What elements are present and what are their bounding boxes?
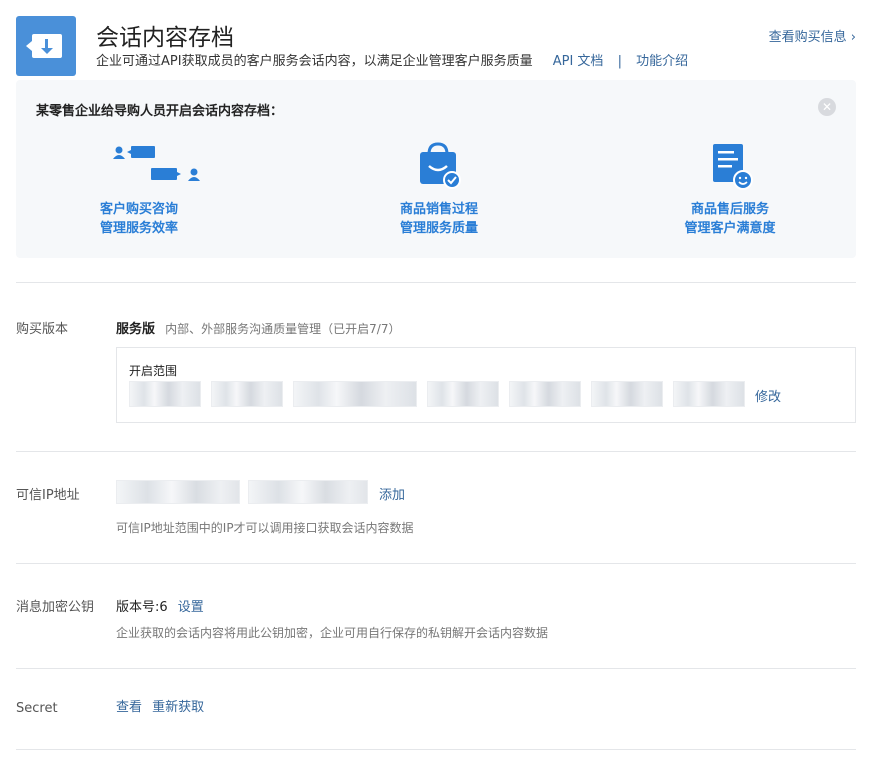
- edit-scope-link[interactable]: 修改: [755, 386, 781, 405]
- feature-line-1: 商品售后服务: [690, 202, 769, 217]
- feature-consulting: 客户购买咨询 管理服务效率: [49, 142, 229, 238]
- scope-title: 开启范围: [129, 364, 178, 378]
- trusted-ip-hint: 可信IP地址范围中的IP才可以调用接口获取会话内容数据: [116, 521, 414, 535]
- shopping-bag-icon: [349, 142, 529, 190]
- feature-sales: 商品销售过程 管理服务质量: [349, 142, 529, 238]
- view-secret-link[interactable]: 查看: [116, 700, 142, 715]
- encryption-label: 消息加密公钥: [16, 600, 95, 615]
- scope-member-chip: [673, 381, 745, 407]
- section-divider: [16, 668, 856, 669]
- api-docs-link[interactable]: API 文档: [553, 54, 604, 69]
- secret-label: Secret: [16, 701, 58, 716]
- encryption-hint: 企业获取的会话内容将用此公钥加密，企业可用自行保存的私钥解开会话内容数据: [116, 626, 549, 640]
- scope-box: 开启范围 修改: [116, 347, 856, 423]
- section-divider: [16, 282, 856, 283]
- chat-users-icon: [49, 142, 229, 190]
- section-divider: [16, 563, 856, 564]
- purchase-plan: 服务版 内部、外部服务沟通质量管理（已开启7/7）: [116, 318, 400, 337]
- buy-info-link[interactable]: 查看购买信息 ›: [769, 26, 856, 45]
- close-icon[interactable]: ✕: [818, 98, 836, 116]
- version-text: 版本号:6: [116, 600, 168, 615]
- page-header: 会话内容存档 企业可通过API获取成员的客户服务会话内容，以满足企业管理客户服务…: [16, 16, 856, 78]
- promo-card: 某零售企业给导购人员开启会话内容存档： ✕ 客户购买咨询 管理服务效率 商品销售…: [16, 80, 856, 258]
- purchase-label: 购买版本: [16, 322, 69, 337]
- scope-member-chip: [129, 381, 201, 407]
- document-smile-icon: [640, 142, 820, 190]
- section-divider: [16, 749, 856, 750]
- page-description: 企业可通过API获取成员的客户服务会话内容，以满足企业管理客户服务质量 API …: [96, 50, 688, 69]
- refetch-secret-link[interactable]: 重新获取: [152, 700, 204, 715]
- feature-line-1: 商品销售过程: [399, 202, 478, 217]
- feature-line-1: 客户购买咨询: [99, 202, 178, 217]
- archive-app-icon: [16, 16, 76, 76]
- add-ip-link[interactable]: 添加: [379, 484, 405, 503]
- link-separator: |: [617, 54, 622, 69]
- trusted-ip-label: 可信IP地址: [16, 488, 80, 503]
- settings-link[interactable]: 设置: [178, 600, 204, 615]
- feature-line-2: 管理客户满意度: [684, 221, 776, 236]
- plan-name: 服务版: [116, 322, 156, 337]
- feature-line-2: 管理服务效率: [99, 221, 178, 236]
- feature-line-2: 管理服务质量: [399, 221, 478, 236]
- plan-note: 内部、外部服务沟通质量管理（已开启7/7）: [165, 322, 401, 336]
- page-title: 会话内容存档: [96, 24, 234, 50]
- description-text: 企业可通过API获取成员的客户服务会话内容，以满足企业管理客户服务质量: [96, 54, 533, 69]
- scope-member-chip: [211, 381, 283, 407]
- promo-title: 某零售企业给导购人员开启会话内容存档：: [36, 104, 284, 119]
- ip-address-chip: [116, 480, 240, 504]
- encryption-version: 版本号:6 设置: [116, 596, 204, 615]
- secret-actions: 查看 重新获取: [116, 696, 204, 715]
- scope-member-chip: [427, 381, 499, 407]
- scope-member-chip: [509, 381, 581, 407]
- section-divider: [16, 451, 856, 452]
- feature-aftersales: 商品售后服务 管理客户满意度: [640, 142, 820, 238]
- features-link[interactable]: 功能介绍: [636, 54, 688, 69]
- ip-address-chip: [248, 480, 368, 504]
- scope-member-chip: [293, 381, 417, 407]
- scope-member-chip: [591, 381, 663, 407]
